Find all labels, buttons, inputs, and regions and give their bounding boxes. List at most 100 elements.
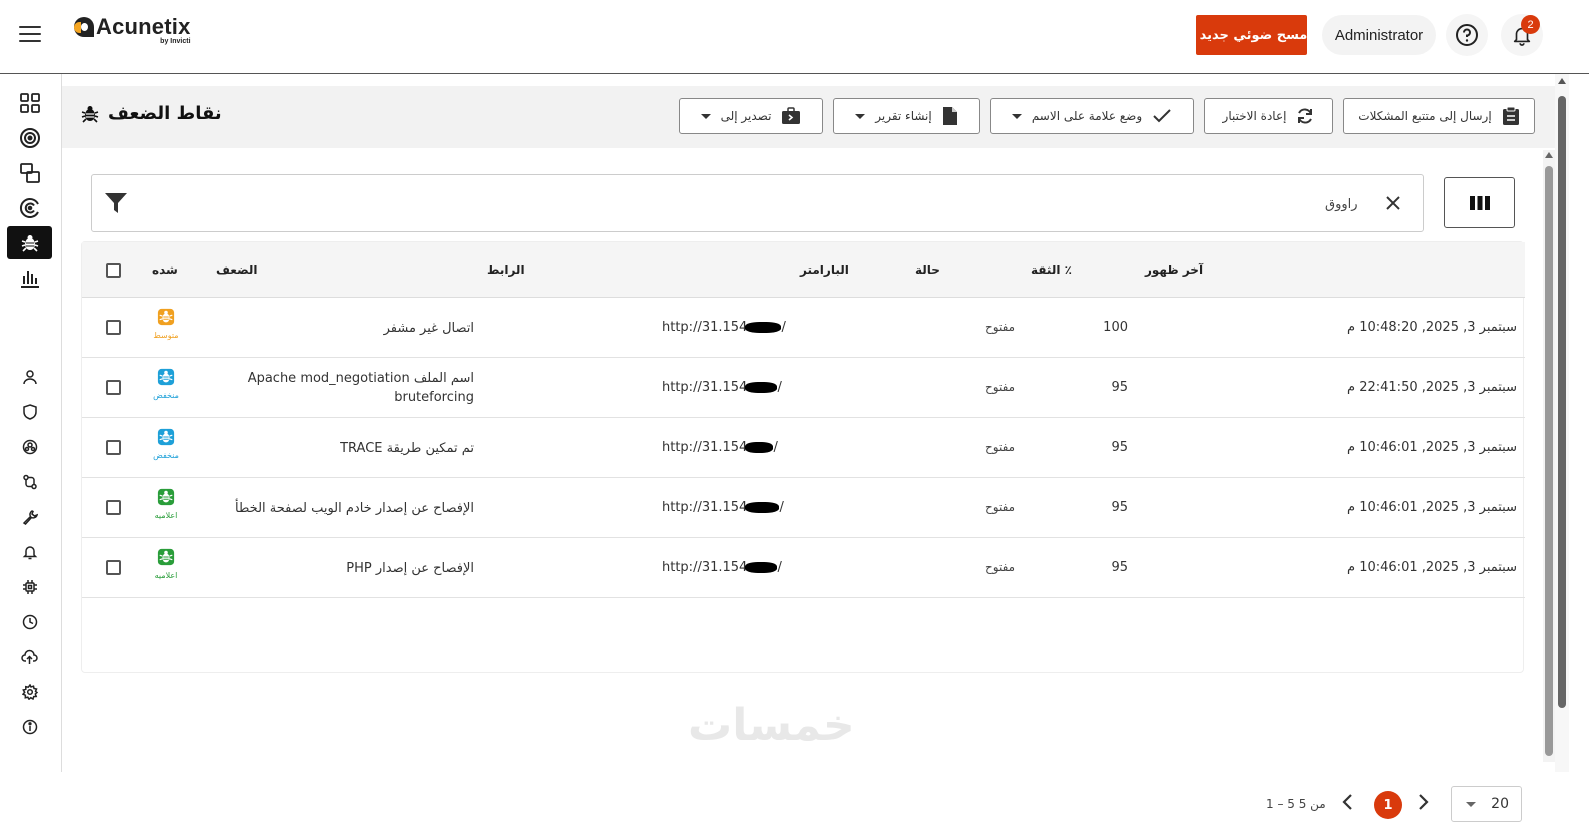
url-text: http://31.154. xyxy=(662,440,752,455)
wrench-icon[interactable] xyxy=(7,500,52,533)
header-url[interactable]: الرابط xyxy=(487,263,525,277)
select-all-checkbox[interactable] xyxy=(106,263,121,278)
severity-indicator: اعلاميه xyxy=(146,548,186,580)
generate-report-button[interactable]: إنشاء تقرير xyxy=(833,98,980,134)
header-last-seen[interactable]: آخر ظهور xyxy=(1145,263,1203,277)
url-cell[interactable]: http://31.154. / xyxy=(662,320,786,335)
confidence-cell: 95 xyxy=(1111,500,1128,515)
table-row[interactable]: منخفض تم تمكين طريقة TRACE http://31.154. /… xyxy=(82,418,1525,478)
last-seen-cell: سبتمبر 3, 2025, 10:46:01 م xyxy=(1347,560,1517,575)
filter-chip-label: راووق xyxy=(1325,197,1358,212)
mark-as-button[interactable]: وضع علامة على الاسم xyxy=(990,98,1194,134)
vulnerability-name[interactable]: تم تمكين طريقة TRACE xyxy=(184,439,474,458)
next-page-chevron-icon[interactable] xyxy=(1416,792,1430,816)
page-scrollbar[interactable] xyxy=(1555,74,1569,772)
severity-label: متوسط xyxy=(153,331,179,340)
clock-icon[interactable] xyxy=(7,605,52,638)
cloud-upload-icon[interactable] xyxy=(7,640,52,673)
redaction-mark xyxy=(745,322,782,333)
scans-icon[interactable] xyxy=(7,191,52,224)
send-to-issue-tracker-button[interactable]: إرسال إلى متتبع المشكلات xyxy=(1343,98,1535,134)
url-trailing-slash: / xyxy=(779,500,784,515)
content-scrollbar[interactable] xyxy=(1543,150,1555,762)
url-cell[interactable]: http://31.154. / xyxy=(662,440,778,455)
confidence-cell: 95 xyxy=(1111,440,1128,455)
vulnerability-name[interactable]: الإفصاح عن إصدار PHP xyxy=(184,559,474,578)
chevron-down-icon xyxy=(1466,801,1476,807)
vulnerability-name[interactable]: اتصال غير مشفر xyxy=(184,319,474,338)
targets-icon[interactable] xyxy=(7,121,52,154)
status-cell: مفتوح xyxy=(985,440,1016,454)
url-text: http://31.154. xyxy=(662,380,752,395)
table-row[interactable]: اعلاميه الإفصاح عن إصدار خادم الويب لصفحة… xyxy=(82,478,1525,538)
url-trailing-slash: / xyxy=(781,320,786,335)
previous-page-chevron-icon[interactable] xyxy=(1341,792,1355,816)
url-text: http://31.154. xyxy=(662,500,752,515)
row-checkbox[interactable] xyxy=(106,320,121,335)
header-parameter[interactable]: البارامتر xyxy=(800,263,849,277)
url-trailing-slash: / xyxy=(777,560,782,575)
chevron-down-icon xyxy=(855,113,866,119)
help-icon[interactable] xyxy=(1446,14,1488,56)
retest-button[interactable]: إعادة الاختبار xyxy=(1204,98,1333,134)
logo-mark-icon xyxy=(74,17,94,37)
columns-toggle-button[interactable] xyxy=(1444,177,1515,228)
confidence-cell: 95 xyxy=(1111,560,1128,575)
new-scan-button[interactable]: مسح ضوئي جديد xyxy=(1196,15,1307,55)
table-row[interactable]: متوسط اتصال غير مشفر http://31.154. / مفتوح 1… xyxy=(82,298,1525,358)
url-text: http://31.154. xyxy=(662,560,752,575)
acunetix-logo[interactable]: Acunetix by Invicti xyxy=(74,14,191,45)
row-checkbox[interactable] xyxy=(106,380,121,395)
severity-bug-icon xyxy=(157,488,175,506)
severity-label: اعلاميه xyxy=(154,511,178,520)
agents-icon[interactable] xyxy=(7,430,52,463)
url-cell[interactable]: http://31.154. / xyxy=(662,560,782,575)
vulnerability-name[interactable]: اسم الملف Apache mod_negotiation brutefo… xyxy=(184,369,474,407)
vulnerability-name[interactable]: الإفصاح عن إصدار خادم الويب لصفحة الخطأ xyxy=(184,499,474,518)
export-button[interactable]: تصدير إلى xyxy=(679,98,823,134)
redaction-mark xyxy=(745,562,778,573)
header-severity[interactable]: شده xyxy=(152,263,178,277)
row-checkbox[interactable] xyxy=(106,560,121,575)
clipboard-icon xyxy=(1502,106,1519,125)
page-size-select[interactable]: 20 xyxy=(1451,786,1522,822)
target-groups-icon[interactable] xyxy=(7,156,52,189)
header-vulnerability[interactable]: الضعف xyxy=(216,263,258,277)
checkmark-icon xyxy=(1153,109,1171,123)
notifications-icon[interactable] xyxy=(7,535,52,568)
severity-indicator: اعلاميه xyxy=(146,488,186,520)
severity-bug-icon xyxy=(157,368,175,386)
page-header: نقاط الضعف تصدير إلى إنشاء تقرير وضع علا… xyxy=(62,86,1555,148)
header-confidence[interactable]: الثقة ٪ xyxy=(1031,263,1072,277)
chevron-down-icon xyxy=(1011,113,1022,119)
row-checkbox[interactable] xyxy=(106,500,121,515)
processor-chip-icon[interactable] xyxy=(7,570,52,603)
settings-gear-icon[interactable] xyxy=(7,675,52,708)
shield-icon[interactable] xyxy=(7,395,52,428)
row-checkbox[interactable] xyxy=(106,440,121,455)
info-icon[interactable] xyxy=(7,710,52,743)
filter-bar[interactable]: راووق xyxy=(91,174,1424,232)
clear-filter-close-icon[interactable] xyxy=(1385,195,1401,215)
url-cell[interactable]: http://31.154. / xyxy=(662,500,784,515)
vulnerabilities-bug-icon[interactable] xyxy=(7,226,52,259)
refresh-icon xyxy=(1298,108,1313,124)
table-row[interactable]: منخفض اسم الملف Apache mod_negotiation br… xyxy=(82,358,1525,418)
header-status[interactable]: حالة xyxy=(915,263,940,277)
integrations-icon[interactable] xyxy=(7,465,52,498)
menu-icon[interactable] xyxy=(19,26,41,44)
dashboard-icon[interactable] xyxy=(7,86,52,119)
users-icon[interactable] xyxy=(7,360,52,393)
user-menu[interactable]: Administrator xyxy=(1322,15,1436,55)
reports-chart-icon[interactable] xyxy=(7,261,52,294)
severity-label: منخفض xyxy=(153,391,179,400)
table-row[interactable]: اعلاميه الإفصاح عن إصدار PHP http://31.154… xyxy=(82,538,1525,598)
top-bar: Acunetix by Invicti مسح ضوئي جديد Admini… xyxy=(0,0,1589,74)
current-page-button[interactable]: 1 xyxy=(1374,791,1402,819)
filter-funnel-icon[interactable] xyxy=(104,191,128,219)
severity-bug-icon xyxy=(157,428,175,446)
columns-icon xyxy=(1469,195,1490,210)
severity-bug-icon xyxy=(157,548,175,566)
pagination-count: 1 – 5 من 5 xyxy=(1266,797,1326,811)
url-cell[interactable]: http://31.154. / xyxy=(662,380,782,395)
